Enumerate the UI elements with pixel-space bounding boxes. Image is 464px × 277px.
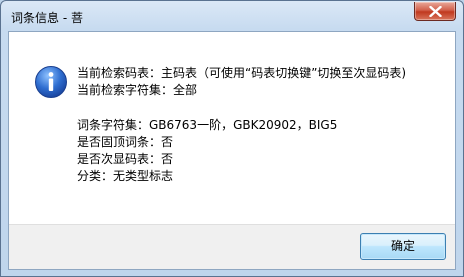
info-icon <box>35 66 67 98</box>
ok-button[interactable]: 确定 <box>360 233 446 260</box>
message-area: 当前检索码表：主码表（可使用“码表切换键”切换至次显码表) 当前检索字符集：全部… <box>9 32 455 224</box>
window-title: 词条信息 - 菩 <box>11 11 83 25</box>
category-info: 分类：无类型标志 <box>77 169 174 183</box>
button-bar: 确定 <box>9 224 455 269</box>
dialog-window: 词条信息 - 菩 当前检索码表：主码表（可使用“码表切换键”切换至次显码表) 当… <box>0 0 464 277</box>
current-search-charset: 当前检索字符集：全部 <box>77 83 198 97</box>
dialog-body: 当前检索码表：主码表（可使用“码表切换键”切换至次显码表) 当前检索字符集：全部… <box>8 31 456 270</box>
pinned-entry-status: 是否固顶词条：否 <box>77 135 174 149</box>
title-bar[interactable]: 词条信息 - 菩 <box>1 1 463 31</box>
close-button[interactable] <box>414 2 456 21</box>
close-icon <box>429 6 442 17</box>
secondary-table-status: 是否次显码表：否 <box>77 152 174 166</box>
current-search-table: 当前检索码表：主码表（可使用“码表切换键”切换至次显码表) <box>77 66 407 80</box>
entry-charset: 词条字符集：GB6763一阶，GBK20902，BIG5 <box>77 118 338 132</box>
